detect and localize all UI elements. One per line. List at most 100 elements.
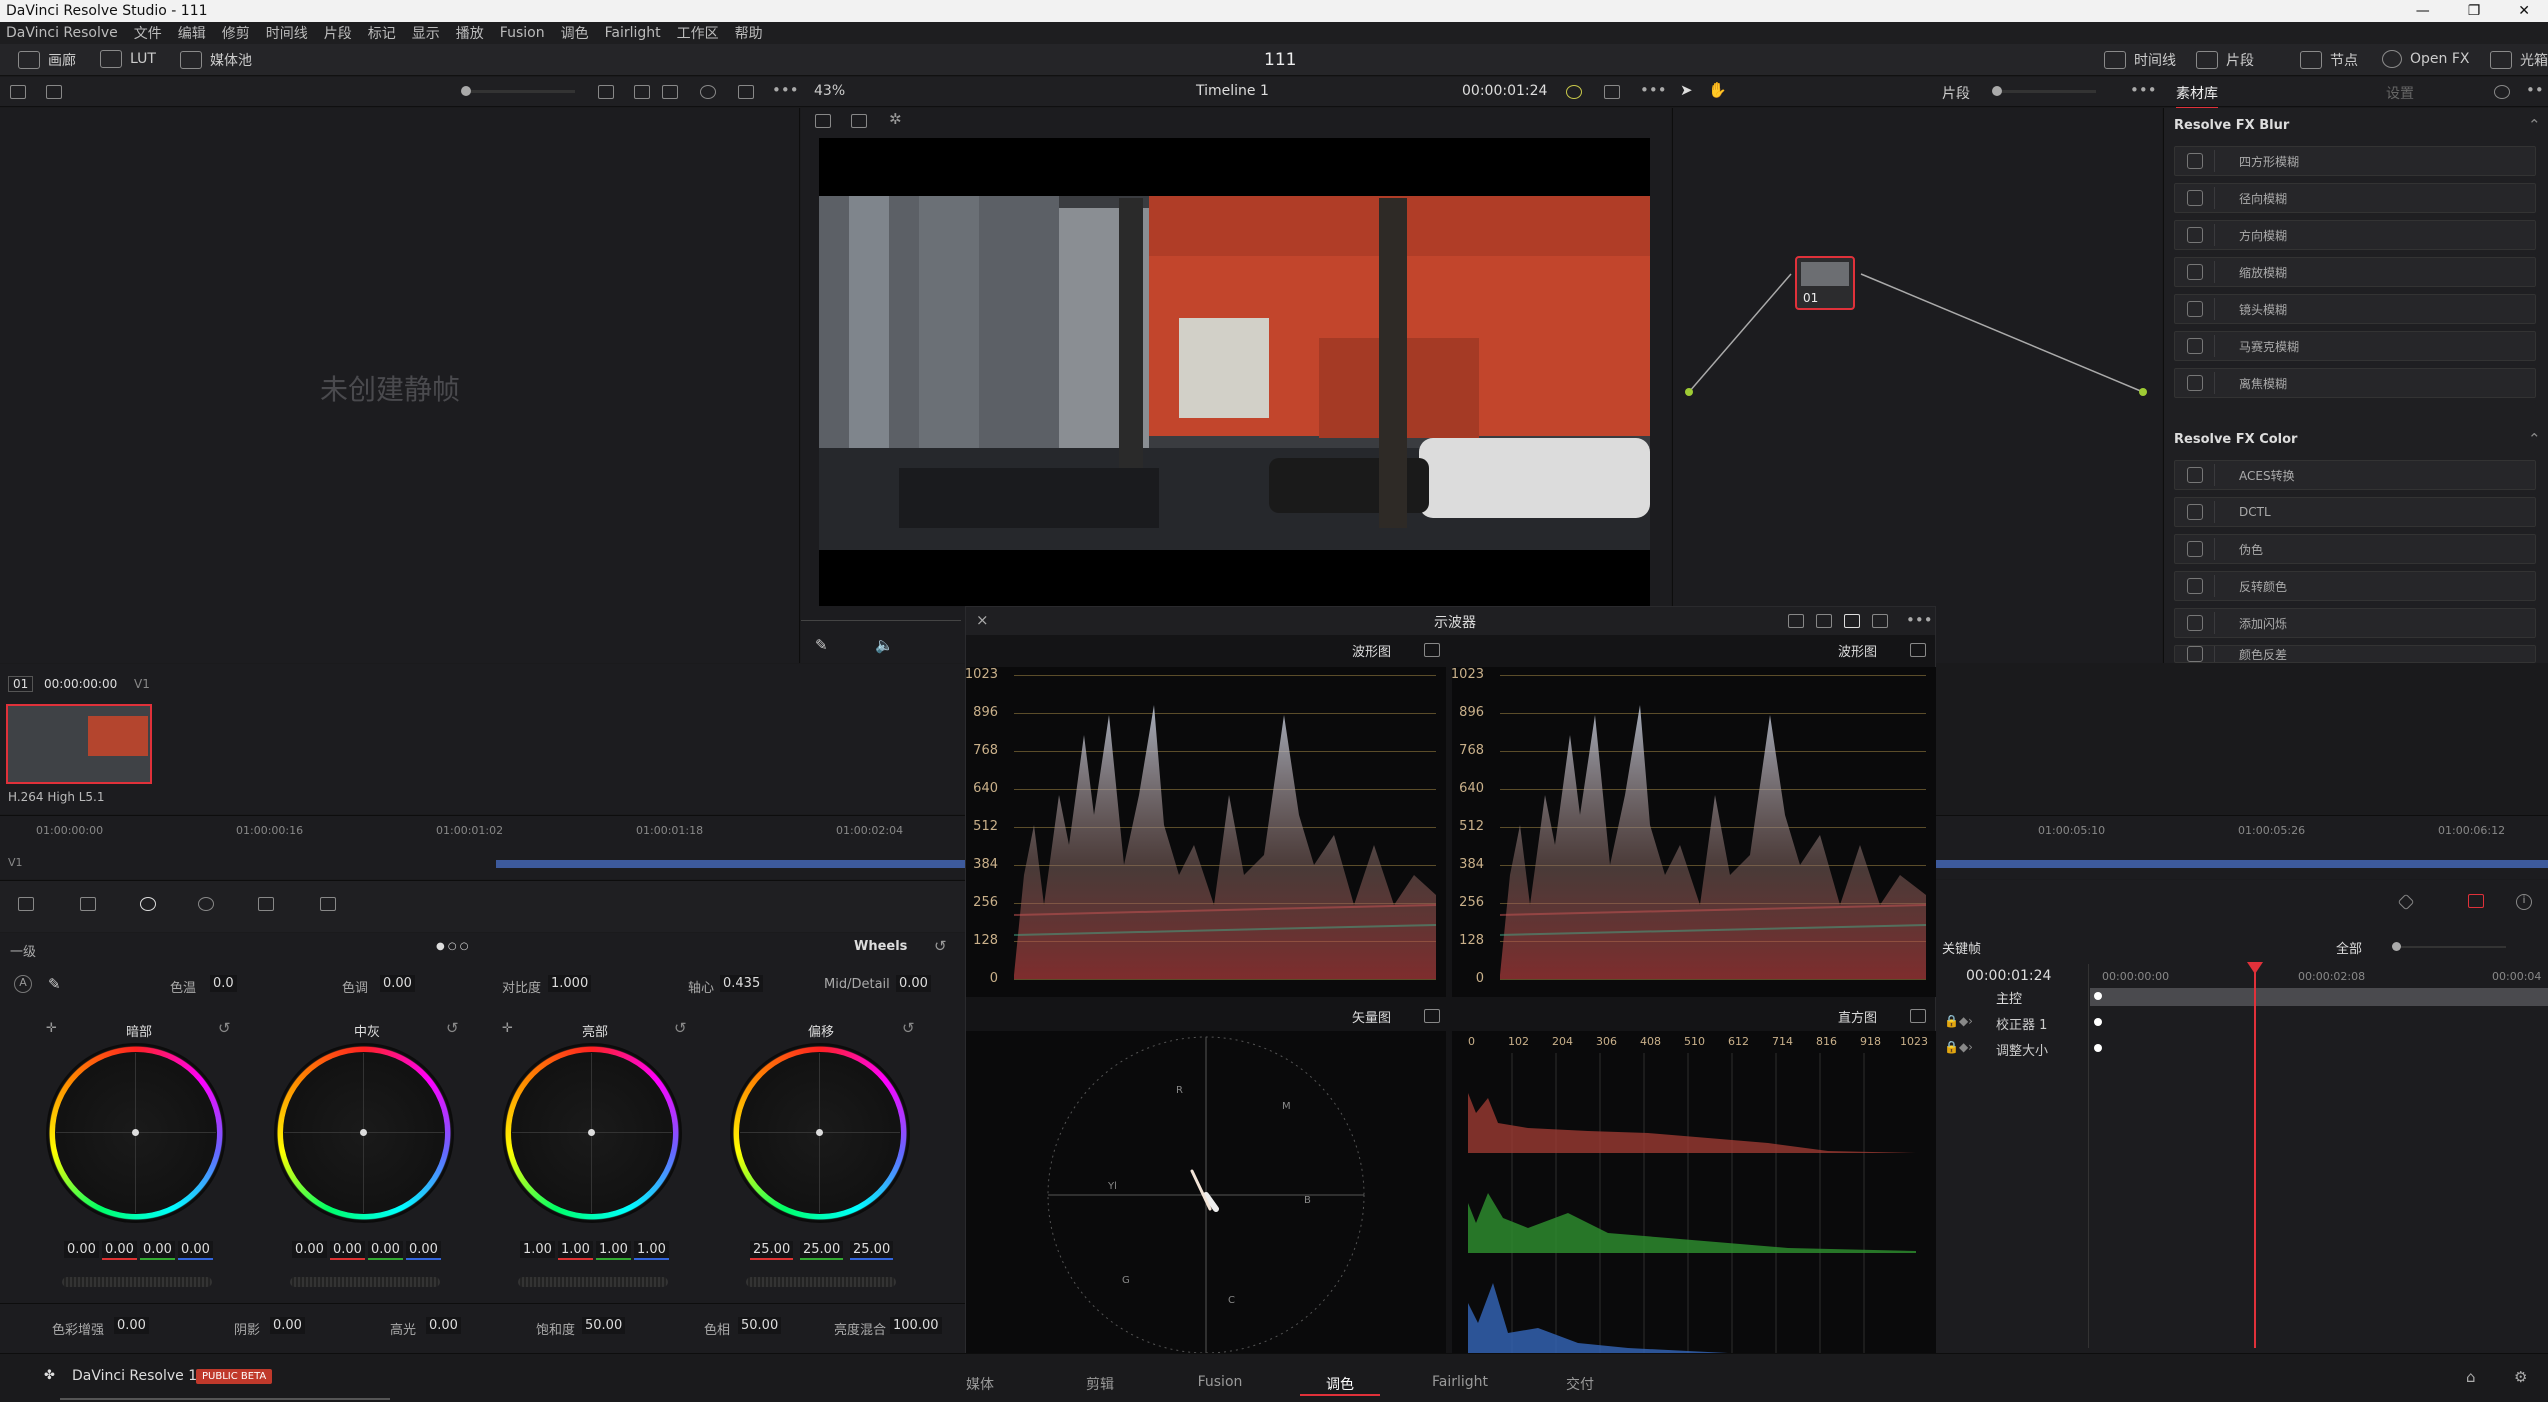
mini-timeline[interactable]: 01:00:00:00 01:00:00:16 01:00:01:02 01:0… [0,815,965,879]
fx-item[interactable]: 颜色反差 [2174,645,2536,663]
single-viewer-icon[interactable] [815,114,831,128]
param-value[interactable]: 0.0 [210,975,237,992]
menu-item[interactable]: 时间线 [266,23,308,43]
param-value[interactable]: 0.00 [426,1317,461,1334]
menu-item[interactable]: 帮助 [735,23,763,43]
wheel-value-r[interactable]: 0.00 [102,1241,137,1260]
fx-item[interactable]: DCTL [2174,497,2536,527]
reset-icon[interactable]: ↺ [674,1019,687,1037]
library-more-icon[interactable]: •• [2526,81,2544,99]
library-search-icon[interactable] [2494,85,2510,99]
param-value[interactable]: 50.00 [738,1317,782,1334]
auto-balance-icon[interactable]: A [14,975,32,993]
camera-raw-icon[interactable] [18,897,34,911]
fx-item[interactable]: 镜头模糊 [2174,294,2536,324]
wheel-value-g[interactable]: 0.00 [140,1241,175,1260]
menu-item[interactable]: 修剪 [222,23,250,43]
reset-icon[interactable]: ↺ [902,1019,915,1037]
menu-item[interactable]: DaVinci Resolve [6,25,118,41]
wheel-value-r[interactable]: 25.00 [750,1241,794,1260]
collapse-icon[interactable]: ⌃ [2528,430,2541,448]
viewer-timecode[interactable]: 00:00:01:24 [1462,83,1547,99]
reset-all-icon[interactable]: ↺ [934,937,947,955]
close-icon[interactable]: × [976,611,989,629]
volume-icon[interactable]: 🔈 [875,636,894,654]
hand-icon[interactable]: ✋ [1708,81,1727,99]
menu-item[interactable]: 文件 [134,23,162,43]
master-wheel-gamma[interactable] [290,1277,440,1287]
page-tab-edit[interactable]: 剪辑 [1060,1374,1140,1394]
grab-still-icon[interactable] [46,85,62,99]
keyframe-dot[interactable] [2094,1044,2102,1052]
wheel-value-b[interactable]: 0.00 [406,1241,441,1260]
crosshair-icon[interactable]: ✛ [46,1021,57,1036]
maximize-icon[interactable]: ❐ [2468,3,2481,19]
wheel-value-b[interactable]: 0.00 [178,1241,213,1260]
layout-single-icon[interactable] [1788,614,1804,628]
page-tab-fairlight[interactable]: Fairlight [1420,1374,1500,1390]
menu-item[interactable]: 片段 [324,23,352,43]
crosshair-icon[interactable]: ✛ [502,1021,513,1036]
slider-knob[interactable] [461,86,471,96]
master-wheel-lift[interactable] [62,1277,212,1287]
keyframe-zoom-slider[interactable] [2392,942,2506,951]
search-icon[interactable] [700,85,716,99]
clips-button[interactable]: 片段 [2196,50,2254,70]
fx-item[interactable]: 马赛克模糊 [2174,331,2536,361]
grid-view-icon[interactable] [634,85,650,99]
menu-item[interactable]: 工作区 [677,23,719,43]
param-value[interactable]: 1.000 [548,975,592,992]
color-wheels-icon[interactable] [140,897,156,911]
motion-effects-icon[interactable] [320,897,336,911]
wheel-value-g[interactable]: 25.00 [800,1241,844,1260]
fx-item[interactable]: ACES转换 [2174,460,2536,490]
sort-icon[interactable] [598,85,614,99]
slider-knob[interactable] [1992,86,2002,96]
close-icon[interactable]: ✕ [2518,3,2530,19]
media-pool-button[interactable]: 媒体池 [180,50,252,70]
timeline-button[interactable]: 时间线 [2104,50,2176,70]
menu-item[interactable]: Fairlight [605,25,661,41]
home-icon[interactable]: ⌂ [2466,1368,2476,1386]
wheel-value-r[interactable]: 1.00 [558,1241,593,1260]
color-wheel-lift[interactable] [48,1045,224,1221]
param-value[interactable]: 0.00 [896,975,931,992]
lut-button[interactable]: LUT [100,50,156,68]
param-value[interactable]: 0.00 [380,975,415,992]
color-wheel-gamma[interactable] [276,1045,452,1221]
scope-settings-icon[interactable] [1910,643,1926,657]
master-wheel-gain[interactable] [518,1277,668,1287]
color-picker-icon[interactable]: ✎ [815,636,828,654]
collapse-icon[interactable]: ⌃ [2528,116,2541,134]
clip-bar[interactable] [496,860,965,868]
color-wheel-gain[interactable] [504,1045,680,1221]
eyedropper-icon[interactable]: ✎ [48,975,61,993]
fx-item[interactable]: 伪色 [2174,534,2536,564]
param-value[interactable]: 0.00 [270,1317,305,1334]
scope-settings-icon[interactable] [1910,1009,1926,1023]
scopes-toggle-icon[interactable] [2468,894,2484,908]
keyframe-filter[interactable]: 全部 [2336,938,2362,957]
menu-item[interactable]: 编辑 [178,23,206,43]
timeline-selector[interactable]: Timeline 1 [1196,83,1269,99]
color-match-icon[interactable] [80,897,96,911]
clip-bar[interactable] [1936,860,2548,868]
wheel-value-y[interactable]: 0.00 [64,1241,99,1258]
menu-item[interactable]: 标记 [368,23,396,43]
menu-item[interactable]: Fusion [500,25,545,41]
pointer-icon[interactable]: ➤ [1680,81,1693,99]
node-zoom-slider[interactable] [1992,86,2096,96]
scope-mode-selector[interactable]: 矢量图 [1352,1007,1391,1026]
fx-item[interactable]: 添加闪烁 [2174,608,2536,638]
reset-icon[interactable]: ↺ [446,1019,459,1037]
page-tab-media[interactable]: 媒体 [940,1374,1020,1394]
lock-icon[interactable]: 🔒◆› [1944,1040,1973,1054]
scrubber-line[interactable] [801,620,961,621]
lightbox-button[interactable]: 光箱 [2490,50,2548,70]
color-wheel-offset[interactable] [732,1045,908,1221]
gear-icon[interactable]: ⚙ [2514,1368,2527,1386]
wheel-value-b[interactable]: 25.00 [850,1241,894,1260]
playhead-handle[interactable] [2247,962,2263,974]
fx-item[interactable]: 离焦模糊 [2174,368,2536,398]
wheel-value-g[interactable]: 0.00 [368,1241,403,1260]
